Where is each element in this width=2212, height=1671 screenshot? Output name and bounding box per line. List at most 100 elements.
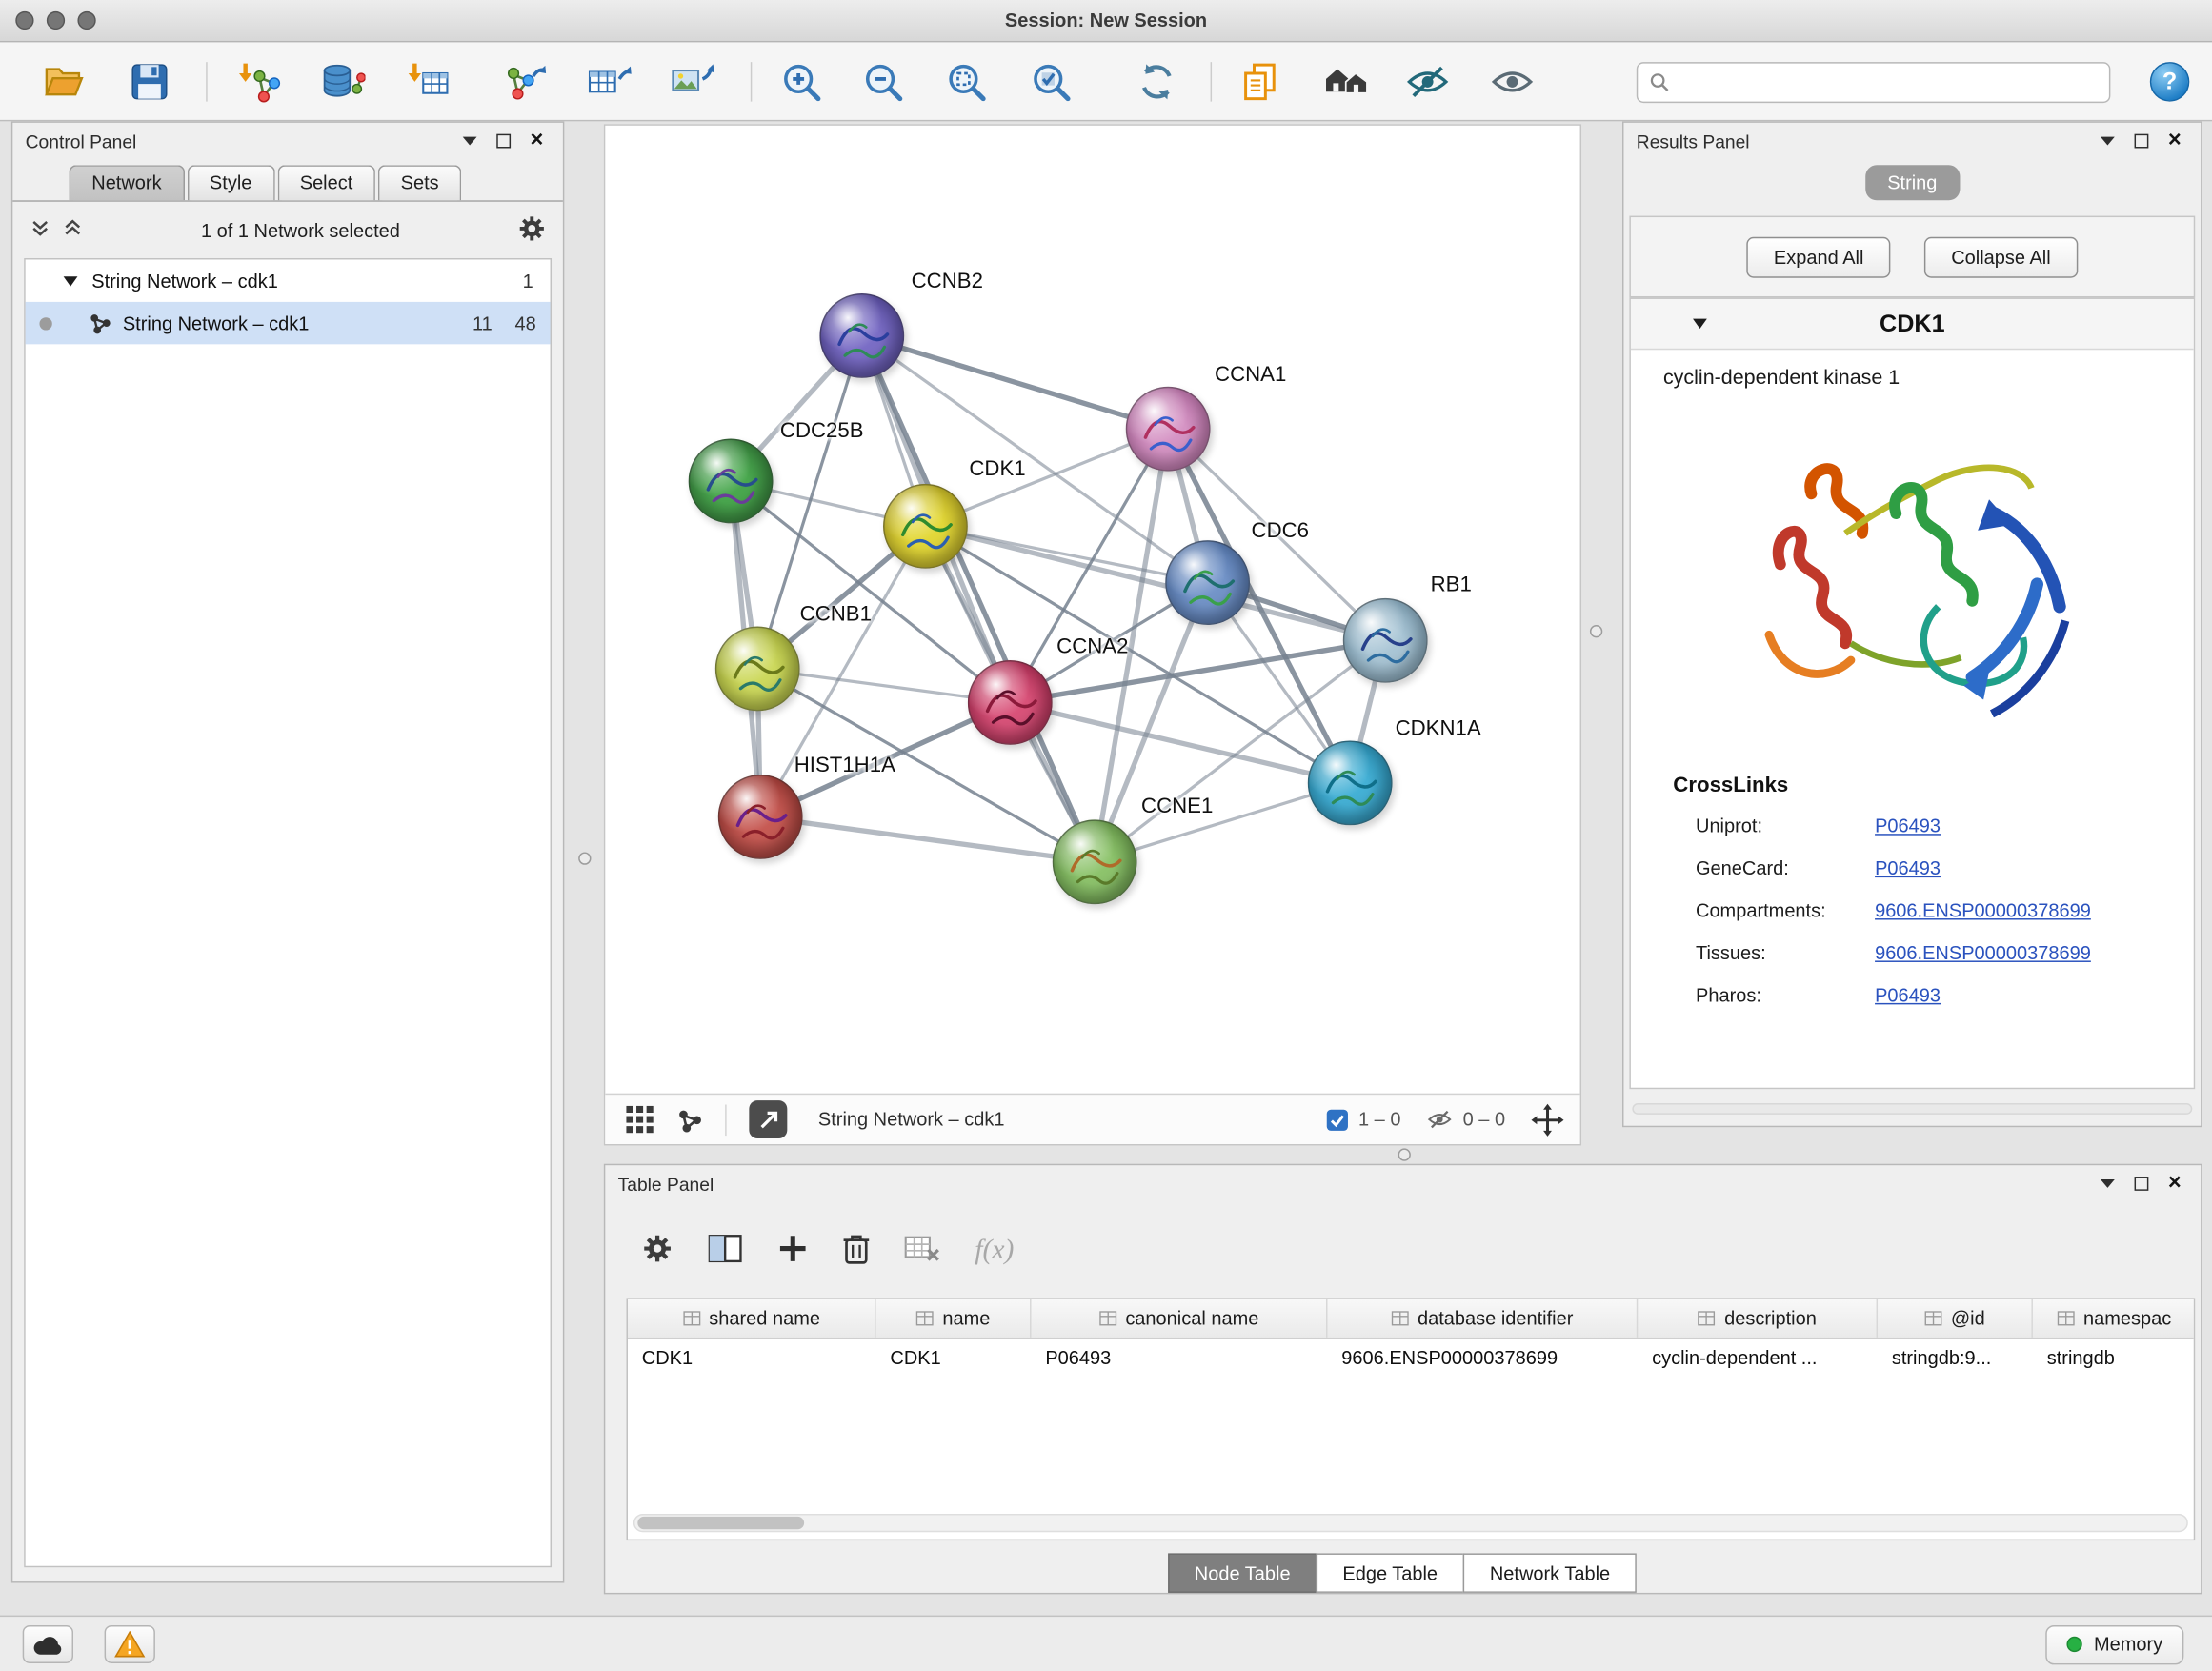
clear-table-button[interactable] — [904, 1233, 941, 1268]
left-splitter-handle[interactable] — [578, 852, 591, 864]
import-network-file-button[interactable] — [229, 53, 288, 110]
panel-float-button[interactable] — [2094, 129, 2121, 154]
network-node-rb1[interactable] — [1343, 598, 1428, 683]
panel-float-button[interactable] — [455, 129, 482, 154]
tab-style[interactable]: Style — [187, 165, 274, 200]
external-link-icon — [758, 1110, 778, 1130]
tab-network-table[interactable]: Network Table — [1463, 1553, 1638, 1592]
import-network-database-button[interactable] — [313, 53, 372, 110]
panel-float-button[interactable] — [2094, 1171, 2121, 1197]
column-header-6[interactable]: namespac — [2033, 1299, 2195, 1338]
selected-filter-checkbox[interactable] — [1326, 1108, 1349, 1131]
document-copy-button[interactable] — [1230, 53, 1289, 110]
crosslink-value-link[interactable]: 9606.ENSP00000378699 — [1875, 941, 2091, 967]
column-header-3[interactable]: database identifier — [1327, 1299, 1638, 1338]
memory-button[interactable]: Memory — [2046, 1624, 2184, 1663]
table-options-button[interactable] — [642, 1233, 674, 1268]
panel-close-button[interactable]: × — [523, 129, 550, 154]
protein-entry-header[interactable]: CDK1 — [1631, 299, 2194, 350]
tab-edge-table[interactable]: Edge Table — [1316, 1553, 1464, 1592]
column-header-1[interactable]: name — [876, 1299, 1032, 1338]
network-node-ccnb2[interactable] — [819, 293, 904, 378]
zoom-out-button[interactable] — [854, 53, 913, 110]
open-session-button[interactable] — [34, 53, 93, 110]
birdseye-view-button[interactable] — [625, 1105, 654, 1135]
network-node-ccna1[interactable] — [1126, 387, 1211, 472]
show-all-button[interactable] — [1482, 53, 1541, 110]
protein-structure-glyph — [1344, 599, 1429, 684]
table-panel-header: Table Panel × — [605, 1165, 2201, 1202]
tab-sets[interactable]: Sets — [378, 165, 461, 200]
panel-close-button[interactable]: × — [2162, 1171, 2188, 1197]
warnings-button[interactable] — [105, 1625, 155, 1663]
network-node-cdkn1a[interactable] — [1308, 740, 1393, 825]
crosslink-value-link[interactable]: P06493 — [1875, 983, 1941, 1009]
export-image-button[interactable] — [663, 53, 722, 110]
expand-all-networks-button[interactable] — [62, 217, 83, 243]
save-session-button[interactable] — [120, 53, 179, 110]
pan-mode-button[interactable] — [1531, 1102, 1565, 1137]
network-row-selected[interactable]: String Network – cdk1 11 48 — [26, 302, 551, 344]
network-node-cdc6[interactable] — [1165, 540, 1250, 625]
export-network-button[interactable] — [495, 53, 554, 110]
disclosure-triangle-icon[interactable] — [64, 276, 78, 286]
search-input[interactable] — [1679, 72, 2098, 93]
right-splitter-handle[interactable] — [1590, 625, 1602, 637]
column-header-2[interactable]: canonical name — [1032, 1299, 1328, 1338]
string-results-tab[interactable]: String — [1864, 165, 1960, 200]
panel-close-button[interactable]: × — [2162, 129, 2188, 154]
network-share-button[interactable] — [677, 1107, 703, 1133]
crosslink-value-link[interactable]: P06493 — [1875, 814, 1941, 839]
hide-selected-button[interactable] — [1398, 53, 1458, 110]
crosslink-value-link[interactable]: P06493 — [1875, 856, 1941, 882]
network-canvas[interactable]: CCNB2CCNA1CDC25BCDK1CDC6RB1CCNB1CCNA2CDK… — [605, 126, 1579, 1094]
disclosure-triangle-icon[interactable] — [1693, 319, 1707, 329]
column-header-4[interactable]: description — [1638, 1299, 1878, 1338]
open-in-browser-button[interactable] — [749, 1100, 787, 1138]
protein-structure-glyph — [1127, 388, 1212, 473]
zoom-in-button[interactable] — [772, 53, 831, 110]
network-collection-row[interactable]: String Network – cdk1 1 — [26, 259, 551, 301]
table-row[interactable]: CDK1CDK1P064939606.ENSP00000378699cyclin… — [628, 1339, 2194, 1377]
column-header-0[interactable]: shared name — [628, 1299, 876, 1338]
crosslink-value-link[interactable]: 9606.ENSP00000378699 — [1875, 898, 2091, 924]
tab-node-table[interactable]: Node Table — [1168, 1553, 1317, 1592]
help-button[interactable]: ? — [2150, 62, 2189, 101]
delete-column-button[interactable] — [842, 1231, 871, 1269]
import-table-file-button[interactable] — [398, 53, 457, 110]
network-node-hist1h1a[interactable] — [718, 775, 803, 859]
show-columns-button[interactable] — [707, 1233, 744, 1268]
table-toolbar: f(x) — [605, 1214, 1014, 1287]
network-options-button[interactable] — [517, 213, 546, 246]
network-node-ccna2[interactable] — [968, 660, 1053, 745]
network-node-ccne1[interactable] — [1053, 819, 1137, 904]
zoom-out-icon — [862, 61, 904, 103]
panel-maximize-button[interactable] — [2127, 129, 2154, 154]
zoom-selected-button[interactable] — [1021, 53, 1080, 110]
panel-maximize-button[interactable] — [2127, 1171, 2154, 1197]
expand-all-button[interactable]: Expand All — [1747, 236, 1891, 277]
create-column-button[interactable] — [777, 1233, 809, 1268]
browser-home-button[interactable] — [1317, 53, 1377, 110]
table-horizontal-scrollbar[interactable] — [633, 1514, 2188, 1532]
column-header-5[interactable]: @id — [1878, 1299, 2033, 1338]
apply-layout-button[interactable] — [1127, 53, 1186, 110]
collapse-all-button[interactable]: Collapse All — [1924, 236, 2078, 277]
results-horizontal-scrollbar[interactable] — [1632, 1103, 2192, 1115]
scrollbar-thumb[interactable] — [637, 1517, 804, 1529]
zoom-fit-button[interactable] — [936, 53, 995, 110]
panel-maximize-button[interactable] — [490, 129, 516, 154]
function-builder-button[interactable]: f(x) — [975, 1234, 1014, 1266]
cloud-status-button[interactable] — [23, 1625, 73, 1663]
network-node-cdc25b[interactable] — [689, 439, 774, 524]
tab-select[interactable]: Select — [277, 165, 375, 200]
export-table-button[interactable] — [580, 53, 639, 110]
tab-network[interactable]: Network — [70, 165, 185, 200]
collapse-all-networks-button[interactable] — [30, 217, 50, 243]
hidden-filter-button[interactable] — [1426, 1107, 1453, 1131]
import-network-icon — [235, 61, 280, 103]
bottom-splitter-handle[interactable] — [1398, 1148, 1411, 1160]
node-label-ccne1: CCNE1 — [1141, 795, 1213, 818]
network-node-ccnb1[interactable] — [715, 627, 800, 712]
network-node-cdk1[interactable] — [883, 484, 968, 569]
